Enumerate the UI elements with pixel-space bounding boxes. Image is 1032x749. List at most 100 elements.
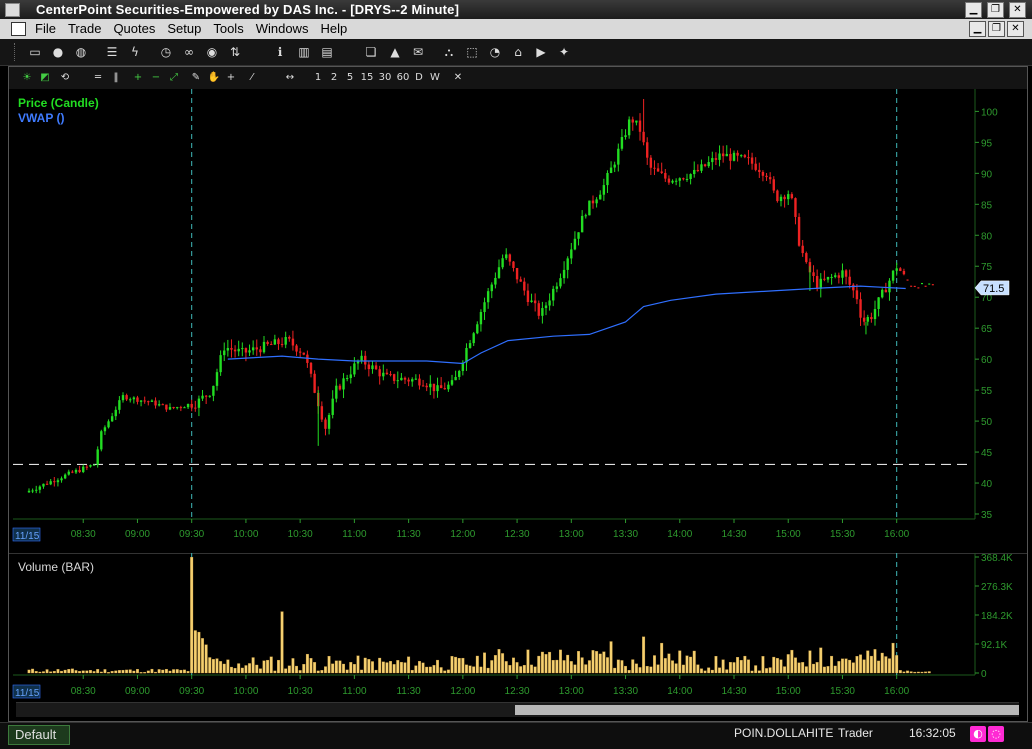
- price-xtick-label: 13:30: [613, 529, 638, 540]
- price-panel-title: Price (Candle): [18, 96, 99, 110]
- draw-icon[interactable]: ✎: [189, 71, 203, 85]
- candle: [400, 377, 403, 381]
- interval-2m[interactable]: 2: [328, 71, 340, 85]
- connection-indicator-icon[interactable]: ◐: [970, 726, 986, 742]
- volume-bar: [211, 659, 215, 674]
- candle: [776, 190, 779, 202]
- scrollbar-thumb[interactable]: [515, 705, 1019, 715]
- candle: [132, 397, 136, 400]
- interval-15m[interactable]: 15: [360, 71, 374, 85]
- chart-type-icon[interactable]: ◩: [38, 71, 52, 85]
- interval-week[interactable]: W: [429, 71, 441, 85]
- copy-icon[interactable]: ❏: [363, 44, 379, 60]
- menu-quotes[interactable]: Quotes: [113, 21, 155, 36]
- price-ytick-label: 95: [981, 138, 993, 149]
- volume-bar: [642, 636, 646, 674]
- user-icon[interactable]: ●: [50, 44, 66, 60]
- volume-panel-title: Volume (BAR): [18, 560, 94, 574]
- chart-scrollbar[interactable]: [16, 702, 1019, 717]
- calendar-icon[interactable]: ▭: [27, 44, 43, 60]
- candle: [736, 152, 739, 156]
- flash-icon[interactable]: ϟ: [127, 44, 143, 60]
- network-icon[interactable]: ⛬: [441, 44, 457, 60]
- child-restore-button[interactable]: ❐: [988, 21, 1005, 37]
- mail-icon[interactable]: ✉: [410, 44, 426, 60]
- volume-bar: [266, 659, 270, 674]
- hand-icon[interactable]: ✋: [207, 71, 221, 85]
- volume-bar: [869, 655, 873, 674]
- fit-icon[interactable]: ⤢: [167, 71, 181, 85]
- sun-icon[interactable]: ☀: [20, 71, 34, 85]
- volume-bar: [475, 655, 479, 674]
- volume-bar: [851, 662, 855, 674]
- app-icon: [5, 3, 20, 17]
- twitter-icon[interactable]: ✦: [556, 44, 572, 60]
- volume-bar: [656, 664, 660, 674]
- menu-tools[interactable]: Tools: [213, 21, 243, 36]
- menu-help[interactable]: Help: [320, 21, 347, 36]
- link-icon[interactable]: ∞: [181, 44, 197, 60]
- menu-windows[interactable]: Windows: [256, 21, 309, 36]
- layout-tab-default[interactable]: Default: [8, 725, 70, 745]
- volume-bar: [146, 670, 150, 674]
- close-toolbar-icon[interactable]: ✕: [452, 71, 464, 85]
- pause-icon[interactable]: ‖: [109, 71, 123, 85]
- volume-bar: [772, 656, 776, 674]
- volume-bar: [258, 668, 262, 674]
- select-icon[interactable]: ⬚: [464, 44, 480, 60]
- interval-1m[interactable]: 1: [312, 71, 324, 85]
- menu-bar: File Trade Quotes Setup Tools Windows He…: [0, 19, 1032, 39]
- eye-icon[interactable]: ◉: [204, 44, 220, 60]
- volume-ytick-label: 0: [981, 669, 987, 680]
- timer-icon[interactable]: ◔: [487, 44, 503, 60]
- menu-trade[interactable]: Trade: [68, 21, 101, 36]
- close-button[interactable]: ✕: [1009, 2, 1026, 18]
- volume-bar: [739, 660, 743, 674]
- clock-icon[interactable]: ◷: [158, 44, 174, 60]
- candle: [754, 163, 757, 170]
- home-icon[interactable]: ⌂: [510, 44, 526, 60]
- menu-setup[interactable]: Setup: [167, 21, 201, 36]
- expand-icon[interactable]: ↔: [283, 71, 297, 85]
- price-xtick-label: 13:00: [559, 529, 584, 540]
- list-icon[interactable]: ☰: [104, 44, 120, 60]
- globe-icon[interactable]: ◍: [73, 44, 89, 60]
- volume-bar: [761, 656, 765, 674]
- price-chart[interactable]: Price (Candle) VWAP () 35404550556065707…: [9, 89, 1027, 557]
- interval-5m[interactable]: 5: [344, 71, 356, 85]
- interval-60m[interactable]: 60: [396, 71, 410, 85]
- candle: [244, 348, 248, 353]
- line-tool-icon[interactable]: ⁄: [245, 71, 259, 85]
- volume-bar: [775, 658, 779, 674]
- candle: [212, 385, 215, 396]
- volume-bar: [812, 663, 815, 674]
- toolbar-grip[interactable]: [14, 43, 18, 61]
- menu-file[interactable]: File: [35, 21, 56, 36]
- zoom-out-icon[interactable]: −: [149, 71, 163, 85]
- volume-chart[interactable]: Volume (BAR) 0 92.1K 184.2K 276.3K 368.4K 08…: [9, 553, 1027, 699]
- info-icon[interactable]: ℹ: [272, 44, 288, 60]
- volume-bar: [504, 661, 508, 674]
- sort-icon[interactable]: ⇅: [227, 44, 243, 60]
- crosshair-icon[interactable]: +: [224, 71, 238, 85]
- alert-icon[interactable]: ▲: [387, 44, 403, 60]
- alert-indicator-icon[interactable]: ◌: [988, 726, 1004, 742]
- document-icon[interactable]: [11, 22, 26, 36]
- volume-bar: [743, 655, 747, 674]
- zoom-in-icon[interactable]: +: [131, 71, 145, 85]
- restore-button[interactable]: ❐: [987, 2, 1004, 18]
- candle: [385, 372, 389, 375]
- candle: [797, 216, 801, 246]
- minimize-button[interactable]: ▁: [965, 2, 982, 18]
- youtube-icon[interactable]: ▶: [533, 44, 549, 60]
- interval-day[interactable]: D: [413, 71, 425, 85]
- refresh-icon[interactable]: ⟲: [58, 71, 72, 85]
- equal-icon[interactable]: ═: [91, 71, 105, 85]
- child-close-button[interactable]: ✕: [1007, 21, 1024, 37]
- candle: [233, 349, 237, 352]
- news-icon[interactable]: ▤: [319, 44, 335, 60]
- interval-30m[interactable]: 30: [378, 71, 392, 85]
- candle: [454, 376, 457, 381]
- child-minimize-button[interactable]: ▁: [969, 21, 986, 37]
- chart-icon[interactable]: ▥: [296, 44, 312, 60]
